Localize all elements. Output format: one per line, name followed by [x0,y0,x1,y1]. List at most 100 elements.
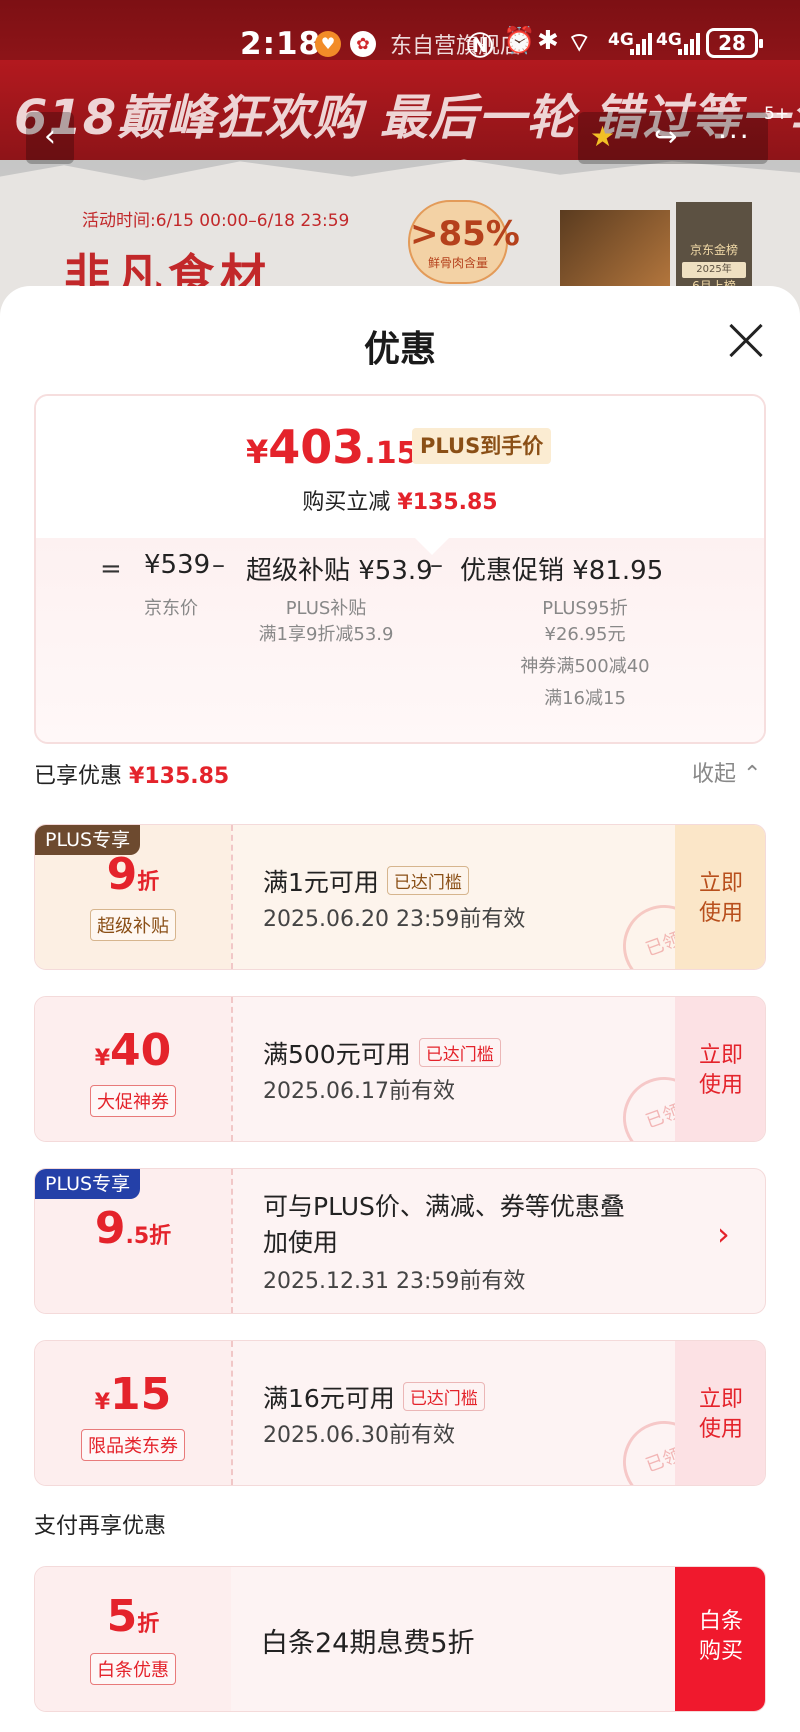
baitiao-buy-label: 白条 [698,1609,743,1634]
enjoyed-discount: 已享优惠 ¥135.85 [34,758,229,790]
coupon-value-area: PLUS专享 9折 超级补贴 [35,825,231,969]
coupon-expiry: 2025.12.31 23:59前有效 [263,1269,526,1294]
collapse-toggle[interactable]: 收起 ⌃ [692,756,761,788]
coupon-amount: ¥40 [35,1025,231,1076]
coupon-amount-unit: .5折 [125,1224,172,1249]
use-now-label: 使用 [698,1073,743,1098]
use-now-label: 使用 [698,901,743,926]
promotion-line: ¥26.95元 [544,624,626,645]
coupon-condition-text: 满1元可用 [263,868,379,897]
price-decimal: .15 [364,436,418,471]
use-now-button[interactable]: 立即 使用 [675,997,765,1141]
coupon-amount-unit: 折 [137,870,160,895]
equals-sign: = [100,554,122,584]
rank-badge: 京东金榜 2025年 6月上榜 [676,202,752,298]
use-now-label: 立即 [698,871,743,896]
coupon-expiry: 2025.06.20 23:59前有效 [263,907,526,932]
coupon-info: 可与PLUS价、满减、券等优惠叠 加使用 2025.12.31 23:59前有效… [231,1169,765,1313]
super-subsidy-value: 超级补贴 ¥53.9 [246,556,433,586]
coupon-amount-number: 9 [94,1203,126,1254]
super-subsidy-detail: PLUS补贴 满1享9折减53.9 [226,596,426,648]
promotion-line: 神券满500减40 [520,656,650,677]
coupon-currency: ¥ [94,1046,111,1071]
coupon-expiry: 2025.06.30前有效 [263,1423,455,1448]
threshold-reached-badge: 已达门槛 [418,1038,501,1067]
payment-section-title: 支付再享优惠 [34,1514,167,1539]
minus-sign: – [212,550,225,580]
instant-reduction: 购买立减 ¥135.85 [36,484,764,516]
meat-content-badge: >85% 鲜骨肉含量 [408,200,520,284]
price-summary-card: ¥403.15 PLUS到手价 购买立减 ¥135.85 = ¥539 京东价 … [34,394,766,744]
coupon-amount-number: 9 [106,849,138,900]
reduction-amount: ¥135.85 [397,490,498,515]
coupon-card-super-subsidy: PLUS专享 9折 超级补贴 满1元可用 已达门槛 2025.06.20 23:5… [34,824,766,970]
back-button[interactable]: ‹ [26,112,74,164]
bluetooth-icon: ✱ [537,26,559,56]
plus-exclusive-badge: PLUS专享 [35,1169,141,1199]
coupon-condition-line: 可与PLUS价、满减、券等优惠叠 [263,1192,625,1221]
nfc-icon: Ⓝ [467,32,494,62]
coupon-expiry: 2025.06.17前有效 [263,1079,455,1104]
coupon-type: 白条优惠 [35,1653,231,1685]
coupon-currency: ¥ [94,1390,111,1415]
share-icon[interactable]: ↪ [654,120,677,153]
jd-price-value: ¥539 [144,550,211,580]
coupon-amount: 5折 [35,1591,231,1642]
badge-caption: 鲜骨肉含量 [427,256,488,270]
coupon-info: 满16元可用 已达门槛 2025.06.30前有效 已领 [231,1341,717,1485]
use-now-button[interactable]: 立即 使用 [675,825,765,969]
coupon-condition-line: 加使用 [263,1228,339,1257]
plus-price-tag: PLUS到手价 [412,428,552,464]
signal-bars-icon-2 [678,33,700,55]
promotion-value: 优惠促销 ¥81.95 [460,556,664,586]
coupon-card-baitiao: 5折 白条优惠 白条24期息费5折 白条 购买 [34,1566,766,1712]
coupon-type-label: 白条优惠 [90,1653,176,1685]
enjoyed-amount: ¥135.85 [129,764,230,789]
battery-indicator: 28 [706,28,763,58]
use-now-label: 使用 [698,1417,743,1442]
minus-sign-2: – [430,550,443,580]
coupon-amount: 9.5折 [35,1203,231,1254]
coupon-value-area: ¥15 限品类东券 [35,1341,231,1485]
coupon-card-big-promo: ¥40 大促神券 满500元可用 已达门槛 2025.06.17前有效 已领 立即… [34,996,766,1142]
coupon-condition: 满500元可用 已达门槛 [263,1035,501,1071]
wifi-icon: ⌔ [567,28,592,58]
use-now-label: 立即 [698,1043,743,1068]
app-notification-icon-2: ✿ [350,31,376,57]
coupon-type: 大促神券 [35,1085,231,1117]
subsidy-line: 满1享9折减53.9 [258,624,394,645]
coupon-condition-text: 满16元可用 [263,1384,395,1413]
app-notification-icon: ♥ [315,31,341,57]
promotion-line: 满16减15 [544,688,626,709]
coupon-amount-number: 5 [106,1591,138,1642]
coupon-type-label: 限品类东券 [81,1429,185,1461]
close-icon[interactable] [726,320,766,360]
use-now-label: 立即 [698,1387,743,1412]
threshold-reached-badge: 已达门槛 [386,866,469,895]
coupon-type-label: 超级补贴 [90,909,176,941]
threshold-reached-badge: 已达门槛 [402,1382,485,1411]
coupon-condition: 可与PLUS价、满减、券等优惠叠 加使用 [263,1189,625,1261]
coupon-type: 超级补贴 [35,909,231,941]
sheet-title: 优惠 [363,329,436,370]
discount-sheet: 优惠 ¥403.15 PLUS到手价 购买立减 ¥135.85 = ¥539 京… [0,286,800,1732]
chevron-right-icon: › [717,1215,730,1253]
coupon-value-area: 5折 白条优惠 [35,1567,231,1711]
more-icon[interactable]: ··· [718,120,751,153]
coupon-amount-number: 40 [110,1025,172,1076]
subsidy-line: PLUS补贴 [285,598,367,619]
price-currency: ¥ [246,433,269,471]
coupon-type: 限品类东券 [35,1429,231,1461]
back-arrow-icon: ‹ [44,119,56,154]
cart-count-badge: 5+ [764,104,790,124]
rank-year: 2025年 [682,262,746,278]
baitiao-buy-button[interactable]: 白条 购买 [675,1567,765,1711]
coupon-type-label: 大促神券 [90,1085,176,1117]
promotion-detail: PLUS95折 ¥26.95元 神券满500减40 满16减15 [470,596,700,712]
coupon-card-plus-95[interactable]: PLUS专享 9.5折 可与PLUS价、满减、券等优惠叠 加使用 2025.12… [34,1168,766,1314]
coupon-amount-unit: 折 [137,1612,160,1637]
use-now-button[interactable]: 立即 使用 [675,1341,765,1485]
coupon-amount: ¥15 [35,1369,231,1420]
favorite-star-icon[interactable]: ★ [590,120,615,153]
price-integer: 403 [268,420,365,474]
